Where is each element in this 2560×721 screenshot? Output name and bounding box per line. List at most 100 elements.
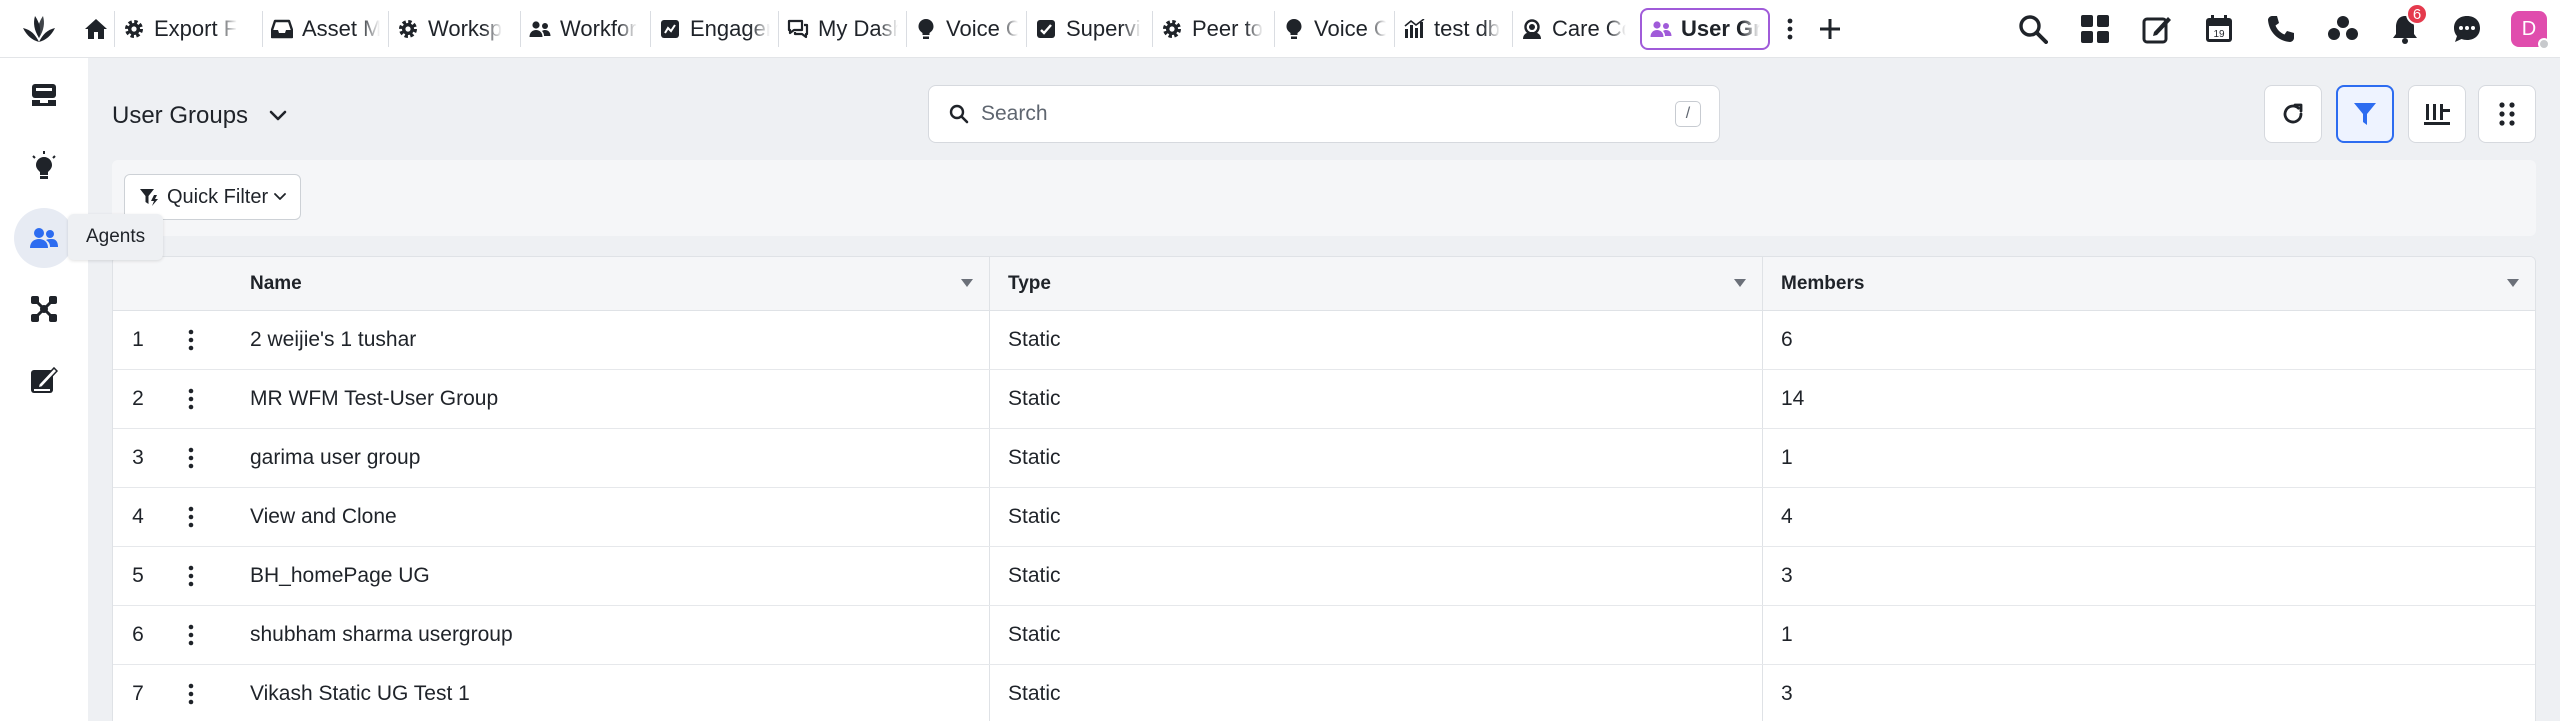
column-header-type[interactable]: Type [990,257,1763,310]
table-row[interactable]: 4 View and Clone Static 4 [113,488,2535,547]
tab-4[interactable]: Engager [650,10,778,47]
users-icon [1650,18,1672,40]
row-actions-button[interactable] [163,606,218,664]
row-actions-button[interactable] [163,665,218,721]
title-dropdown-button[interactable] [260,98,296,134]
tab-8[interactable]: Peer to [1152,10,1274,47]
row-actions-button[interactable] [163,370,218,428]
column-header-members[interactable]: Members [1763,257,2535,310]
row-index: 2 [132,387,144,410]
network-icon [31,296,57,322]
tab-12[interactable]: User Gr [1640,7,1770,50]
search-field-icon [947,102,971,126]
tab-6[interactable]: Voice C [906,10,1026,47]
rail-item-network[interactable] [14,279,74,339]
table-row[interactable]: 7 Vikash Static UG Test 1 Static 3 [113,665,2535,721]
compose-button[interactable] [2126,0,2188,58]
more-options-button[interactable] [2478,85,2536,143]
home-button[interactable] [78,0,114,58]
columns-button[interactable] [2408,85,2466,143]
chat-icon [787,18,809,40]
tab-3[interactable]: Workfor [520,10,650,47]
edit-note-icon [31,366,58,393]
tab-10[interactable]: test db [1394,10,1512,47]
add-tab-button[interactable] [1810,9,1850,49]
cell-members-text: 6 [1781,328,1793,351]
column-menu-caret-icon[interactable] [1734,279,1746,287]
table-row[interactable]: 2 MR WFM Test-User Group Static 14 [113,370,2535,429]
cell-members-text: 1 [1781,446,1793,469]
cell-name-text: 2 weijie's 1 tushar [250,328,417,351]
tab-1[interactable]: Asset M [262,10,388,47]
filter-icon [2354,103,2376,125]
tab-0[interactable]: Export F [114,10,262,47]
cell-members: 3 [1763,665,2535,721]
rail-item-conversations[interactable] [14,65,74,125]
page-title-text: User Groups [112,102,249,129]
tab-2[interactable]: Worksp [388,10,520,47]
supervisor-icon [1035,18,1057,40]
users-icon [30,228,58,248]
row-index: 7 [132,682,144,705]
row-actions-button[interactable] [163,429,218,487]
chevron-down-icon [269,110,287,121]
cell-name[interactable]: shubham sharma usergroup [218,606,990,664]
plus-icon [1820,18,1840,39]
cell-type-text: Static [1008,682,1061,705]
table-row[interactable]: 1 2 weijie's 1 tushar Static 6 [113,311,2535,370]
app-logo[interactable] [0,0,78,58]
rail-item-edit[interactable] [14,350,74,410]
tab-9[interactable]: Voice C [1274,10,1394,47]
apps-button[interactable] [2064,0,2126,58]
avatar: D [2511,11,2550,50]
profile-button[interactable]: D [2498,0,2560,58]
search-shortcut-hint: / [1675,101,1701,127]
global-search-button[interactable] [2002,0,2064,58]
refresh-button[interactable] [2264,85,2322,143]
more-tabs-button[interactable] [1770,9,1810,49]
phone-button[interactable] [2250,0,2312,58]
cell-name-text: garima user group [250,446,421,469]
tab-11[interactable]: Care Co [1512,10,1634,47]
cell-name[interactable]: Vikash Static UG Test 1 [218,665,990,721]
column-menu-caret-icon[interactable] [2507,279,2519,287]
notifications-button[interactable]: 6 [2374,0,2436,58]
cell-name[interactable]: 2 weijie's 1 tushar [218,311,990,369]
vertical-dots-icon [188,624,193,646]
cell-name-text: shubham sharma usergroup [250,623,513,646]
table-row[interactable]: 3 garima user group Static 1 [113,429,2535,488]
cell-members: 3 [1763,547,2535,605]
quick-filter-label: Quick Filter [167,185,269,208]
row-actions-button[interactable] [163,488,218,546]
row-index: 3 [132,446,144,469]
cell-type-text: Static [1008,328,1061,351]
tab-7[interactable]: Supervi [1026,10,1152,47]
row-actions-button[interactable] [163,547,218,605]
cell-type-text: Static [1008,623,1061,646]
cell-name[interactable]: BH_homePage UG [218,547,990,605]
tab-label: Voice C [946,15,1018,41]
cell-name[interactable]: MR WFM Test-User Group [218,370,990,428]
rail-item-insights[interactable] [14,136,74,196]
cell-type-text: Static [1008,387,1061,410]
search-box: / [928,85,1720,143]
tab-5[interactable]: My Dash [778,10,906,47]
gear-icon [397,18,419,40]
table-row[interactable]: 5 BH_homePage UG Static 3 [113,547,2535,606]
rail-item-agents[interactable] [14,208,74,268]
messages-button[interactable] [2436,0,2498,58]
tab-label: Supervi [1066,15,1141,41]
table-row[interactable]: 6 shubham sharma usergroup Static 1 [113,606,2535,665]
column-menu-caret-icon[interactable] [961,279,973,287]
left-rail [0,58,88,721]
cell-name[interactable]: garima user group [218,429,990,487]
cell-name[interactable]: View and Clone [218,488,990,546]
filter-button[interactable] [2336,85,2394,143]
column-header-name[interactable]: Name [218,257,990,310]
community-button[interactable] [2312,0,2374,58]
row-actions-button[interactable] [163,311,218,369]
search-input[interactable] [981,102,1675,126]
tab-label: Care Co [1552,15,1626,41]
page-title[interactable]: User Groups [112,98,296,134]
calendar-button[interactable]: 19 [2188,0,2250,58]
